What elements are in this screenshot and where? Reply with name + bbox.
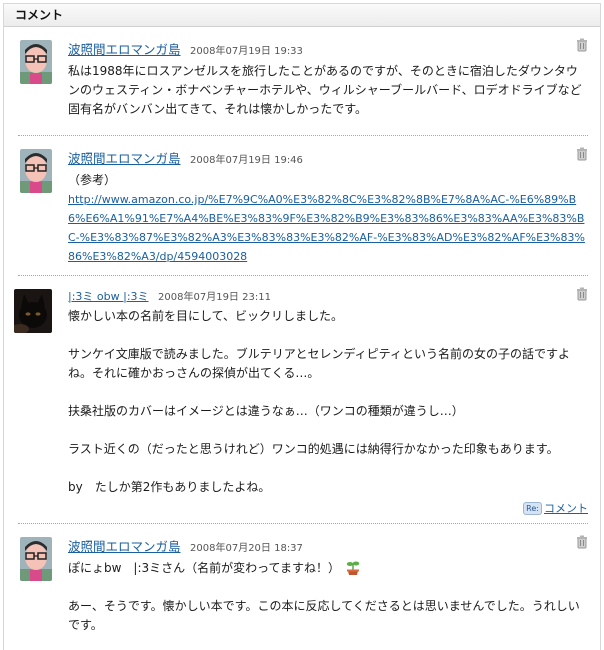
comment-body: ぽにょbw |:3ミさん（名前が変わってますね！） あー、そうです。懐かしい本で…	[68, 559, 586, 635]
comment-date: 2008年07月19日 19:46	[190, 155, 303, 166]
reply-icon: Re:	[523, 501, 542, 515]
comment-date: 2008年07月19日 19:33	[190, 46, 303, 57]
comment-meta: 波照間エロマンガ島 2008年07月19日 19:33	[68, 39, 303, 58]
black-cat-avatar[interactable]	[14, 289, 52, 333]
comment-item: 波照間エロマンガ島 2008年07月19日 19:46 （参考） http://…	[4, 136, 600, 276]
trash-icon[interactable]	[575, 287, 589, 301]
comment-date: 2008年07月19日 23:11	[158, 292, 271, 303]
reply-label: コメント	[544, 502, 588, 515]
comment-text: ぽにょbw |:3ミさん（名前が変わってますね！）	[68, 559, 586, 578]
comment-text: 私は1988年にロスアンゼルスを旅行したことがあるのですが、そのときに宿泊したダ…	[68, 64, 582, 116]
comments-header: コメント	[4, 4, 600, 27]
comment-date: 2008年07月20日 18:37	[190, 543, 303, 554]
comment-author-link[interactable]: |:3ミ obw |:3ミ	[68, 290, 149, 303]
person-avatar[interactable]	[20, 40, 52, 84]
comment-item: |:3ミ obw |:3ミ 2008年07月19日 23:11 懐かしい本の名前…	[4, 276, 600, 524]
reply-comment-button[interactable]: Re: コメント	[523, 500, 588, 516]
comment-meta: 波照間エロマンガ島 2008年07月19日 19:46	[68, 148, 303, 167]
sprout-emoji-icon	[346, 561, 359, 575]
comment-body: （参考） http://www.amazon.co.jp/%E7%9C%A0%E…	[68, 171, 586, 266]
comment-item: 波照間エロマンガ島 2008年07月20日 18:37 ぽにょbw |:3ミさん…	[4, 524, 600, 649]
amazon-link[interactable]: http://www.amazon.co.jp/%E7%9C%A0%E3%82%…	[68, 193, 585, 263]
comment-author-link[interactable]: 波照間エロマンガ島	[68, 42, 181, 57]
trash-icon[interactable]	[575, 147, 589, 161]
comment-meta: 波照間エロマンガ島 2008年07月20日 18:37	[68, 536, 303, 555]
comment-meta: |:3ミ obw |:3ミ 2008年07月19日 23:11	[68, 288, 271, 304]
comment-body: 私は1988年にロスアンゼルスを旅行したことがあるのですが、そのときに宿泊したダ…	[68, 62, 586, 119]
comment-text: 懐かしい本の名前を目にして、ビックリしました。 サンケイ文庫版で読みました。ブル…	[68, 309, 570, 494]
trash-icon[interactable]	[575, 38, 589, 52]
comment-author-link[interactable]: 波照間エロマンガ島	[68, 151, 181, 166]
trash-icon[interactable]	[575, 535, 589, 549]
comment-text: あー、そうです。懐かしい本です。この本に反応してくださるとは思いませんでした。う…	[68, 599, 580, 632]
comment-line: ぽにょbw |:3ミさん（名前が変わってますね！）	[68, 561, 340, 575]
comment-item: 波照間エロマンガ島 2008年07月19日 19:33 私は1988年にロスアン…	[4, 27, 600, 136]
comment-body: 懐かしい本の名前を目にして、ビックリしました。 サンケイ文庫版で読みました。ブル…	[68, 307, 586, 497]
comments-panel: コメント 波照間エロマンガ島 2008年07月19日 19:33 私は1988年…	[3, 3, 601, 650]
person-avatar[interactable]	[20, 149, 52, 193]
person-avatar[interactable]	[20, 537, 52, 581]
comment-text: （参考）	[68, 173, 117, 187]
comment-author-link[interactable]: 波照間エロマンガ島	[68, 539, 181, 554]
